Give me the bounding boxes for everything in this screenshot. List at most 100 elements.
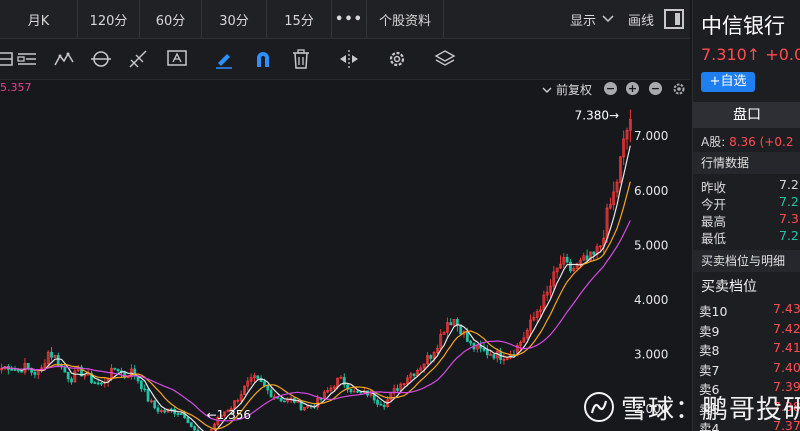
orderbook-subheader: 买卖档位 (701, 279, 757, 295)
period-120min-button[interactable]: 120分 (78, 0, 140, 38)
candle[interactable] (585, 255, 589, 261)
candle[interactable] (396, 388, 399, 391)
candle[interactable] (376, 399, 379, 405)
orderbook-label: 卖7 (699, 362, 720, 378)
market-data-row: 最高 7.3 (701, 211, 800, 229)
candle[interactable] (189, 422, 193, 427)
candle[interactable] (382, 404, 386, 408)
adjust-dropdown[interactable]: 前复权 (542, 81, 592, 98)
list-icon[interactable] (16, 48, 38, 70)
y-tick-label: 5.000 (634, 238, 668, 252)
market-data-header: 行情数据 (693, 152, 800, 174)
candle[interactable] (56, 354, 60, 366)
candle[interactable] (179, 413, 183, 415)
candle[interactable] (16, 369, 20, 372)
zoom-out-button[interactable]: − (604, 82, 617, 95)
candle[interactable] (569, 261, 572, 272)
candle[interactable] (63, 366, 67, 373)
fib-icon[interactable] (127, 48, 149, 70)
candle[interactable] (412, 373, 416, 377)
tab-orderbook[interactable]: 盘口 (693, 102, 800, 128)
period-15min-button[interactable]: 15分 (267, 0, 332, 38)
watermark-text: 雪球：鹏哥投研 (621, 394, 800, 425)
trash-icon[interactable] (290, 48, 312, 70)
candle[interactable] (93, 382, 97, 384)
candle[interactable] (459, 324, 463, 335)
candle[interactable] (70, 378, 73, 383)
orderbook-price: 7.42 (773, 320, 800, 336)
high-price-label: 7.380→ (575, 108, 619, 122)
candle[interactable] (356, 390, 359, 393)
stock-chart-app: 月K 120分 60分 30分 15分 ••• 个股资料 显示 画线 5.357… (0, 0, 800, 431)
candle[interactable] (279, 397, 283, 402)
pen-icon[interactable] (213, 48, 235, 70)
market-data-row: 最低 7.2 (701, 228, 800, 246)
candle[interactable] (143, 388, 147, 391)
candle[interactable] (176, 413, 180, 415)
add-watchlist-button[interactable]: +自选 (701, 72, 755, 92)
chart-settings-icon[interactable] (672, 82, 686, 96)
zigzag-line-icon[interactable] (53, 48, 75, 70)
candle[interactable] (349, 389, 353, 393)
layers-icon[interactable] (434, 48, 456, 70)
more-periods-button[interactable]: ••• (332, 0, 367, 38)
candle[interactable] (592, 251, 596, 255)
candle[interactable] (100, 382, 103, 385)
candle[interactable] (256, 375, 260, 379)
candle[interactable] (163, 410, 167, 413)
orderbook-row[interactable]: 卖9 7.42 (699, 321, 800, 340)
period-month-button[interactable]: 月K (0, 0, 78, 38)
candle[interactable] (116, 368, 120, 372)
candle[interactable] (449, 322, 453, 326)
candle[interactable] (186, 417, 190, 423)
stock-info-button[interactable]: 个股资料 (367, 0, 444, 38)
split-axis-icon[interactable] (338, 48, 360, 70)
candle[interactable] (156, 407, 160, 412)
candle[interactable] (492, 354, 496, 359)
candle[interactable] (429, 355, 433, 359)
period-60min-button[interactable]: 60分 (140, 0, 202, 38)
text-annotation-icon[interactable] (166, 48, 188, 70)
period-30min-button[interactable]: 30分 (202, 0, 267, 38)
gear-icon[interactable] (386, 48, 408, 70)
ma10-line (1, 181, 631, 430)
candle[interactable] (66, 371, 70, 380)
candle[interactable] (96, 382, 100, 385)
candle[interactable] (33, 371, 37, 375)
candle[interactable] (465, 331, 469, 342)
candle[interactable] (565, 256, 569, 263)
panel-toggle-icon[interactable] (664, 9, 684, 29)
candle[interactable] (489, 354, 493, 356)
draw-line-button[interactable]: 画线 (628, 10, 654, 29)
reset-button[interactable]: − (649, 82, 662, 95)
candle[interactable] (50, 351, 53, 358)
candle[interactable] (482, 347, 486, 351)
candle[interactable] (139, 380, 143, 390)
candle[interactable] (263, 381, 266, 387)
cycle-icon[interactable] (90, 48, 112, 70)
orderbook-row[interactable]: 卖7 7.40 (699, 360, 800, 379)
candle[interactable] (193, 426, 196, 431)
chevron-down-icon (542, 87, 552, 93)
display-dropdown[interactable]: 显示 (570, 10, 614, 29)
candle[interactable] (269, 389, 273, 398)
zoom-in-button[interactable]: + (626, 82, 639, 95)
a-share-value: 8.36 (+0.2 (729, 135, 794, 149)
orderbook-row[interactable]: 卖8 7.41 (699, 340, 800, 359)
candle[interactable] (266, 385, 270, 391)
candle[interactable] (113, 367, 117, 370)
low-price-label: ←1.356 (207, 408, 251, 422)
candle[interactable] (455, 319, 459, 326)
candle[interactable] (485, 349, 489, 356)
candle[interactable] (283, 400, 286, 403)
candle[interactable] (13, 369, 17, 371)
candle[interactable] (10, 369, 14, 371)
magnet-icon[interactable] (252, 48, 274, 70)
candle[interactable] (379, 403, 383, 406)
candle[interactable] (26, 362, 30, 369)
candle[interactable] (153, 400, 157, 409)
candle[interactable] (469, 341, 473, 344)
kline-chart[interactable]: 7.0006.0005.0004.0003.0002.0007.380→←1.3… (0, 98, 690, 431)
candle[interactable] (146, 389, 150, 402)
orderbook-row[interactable]: 卖10 7.43 (699, 301, 800, 320)
